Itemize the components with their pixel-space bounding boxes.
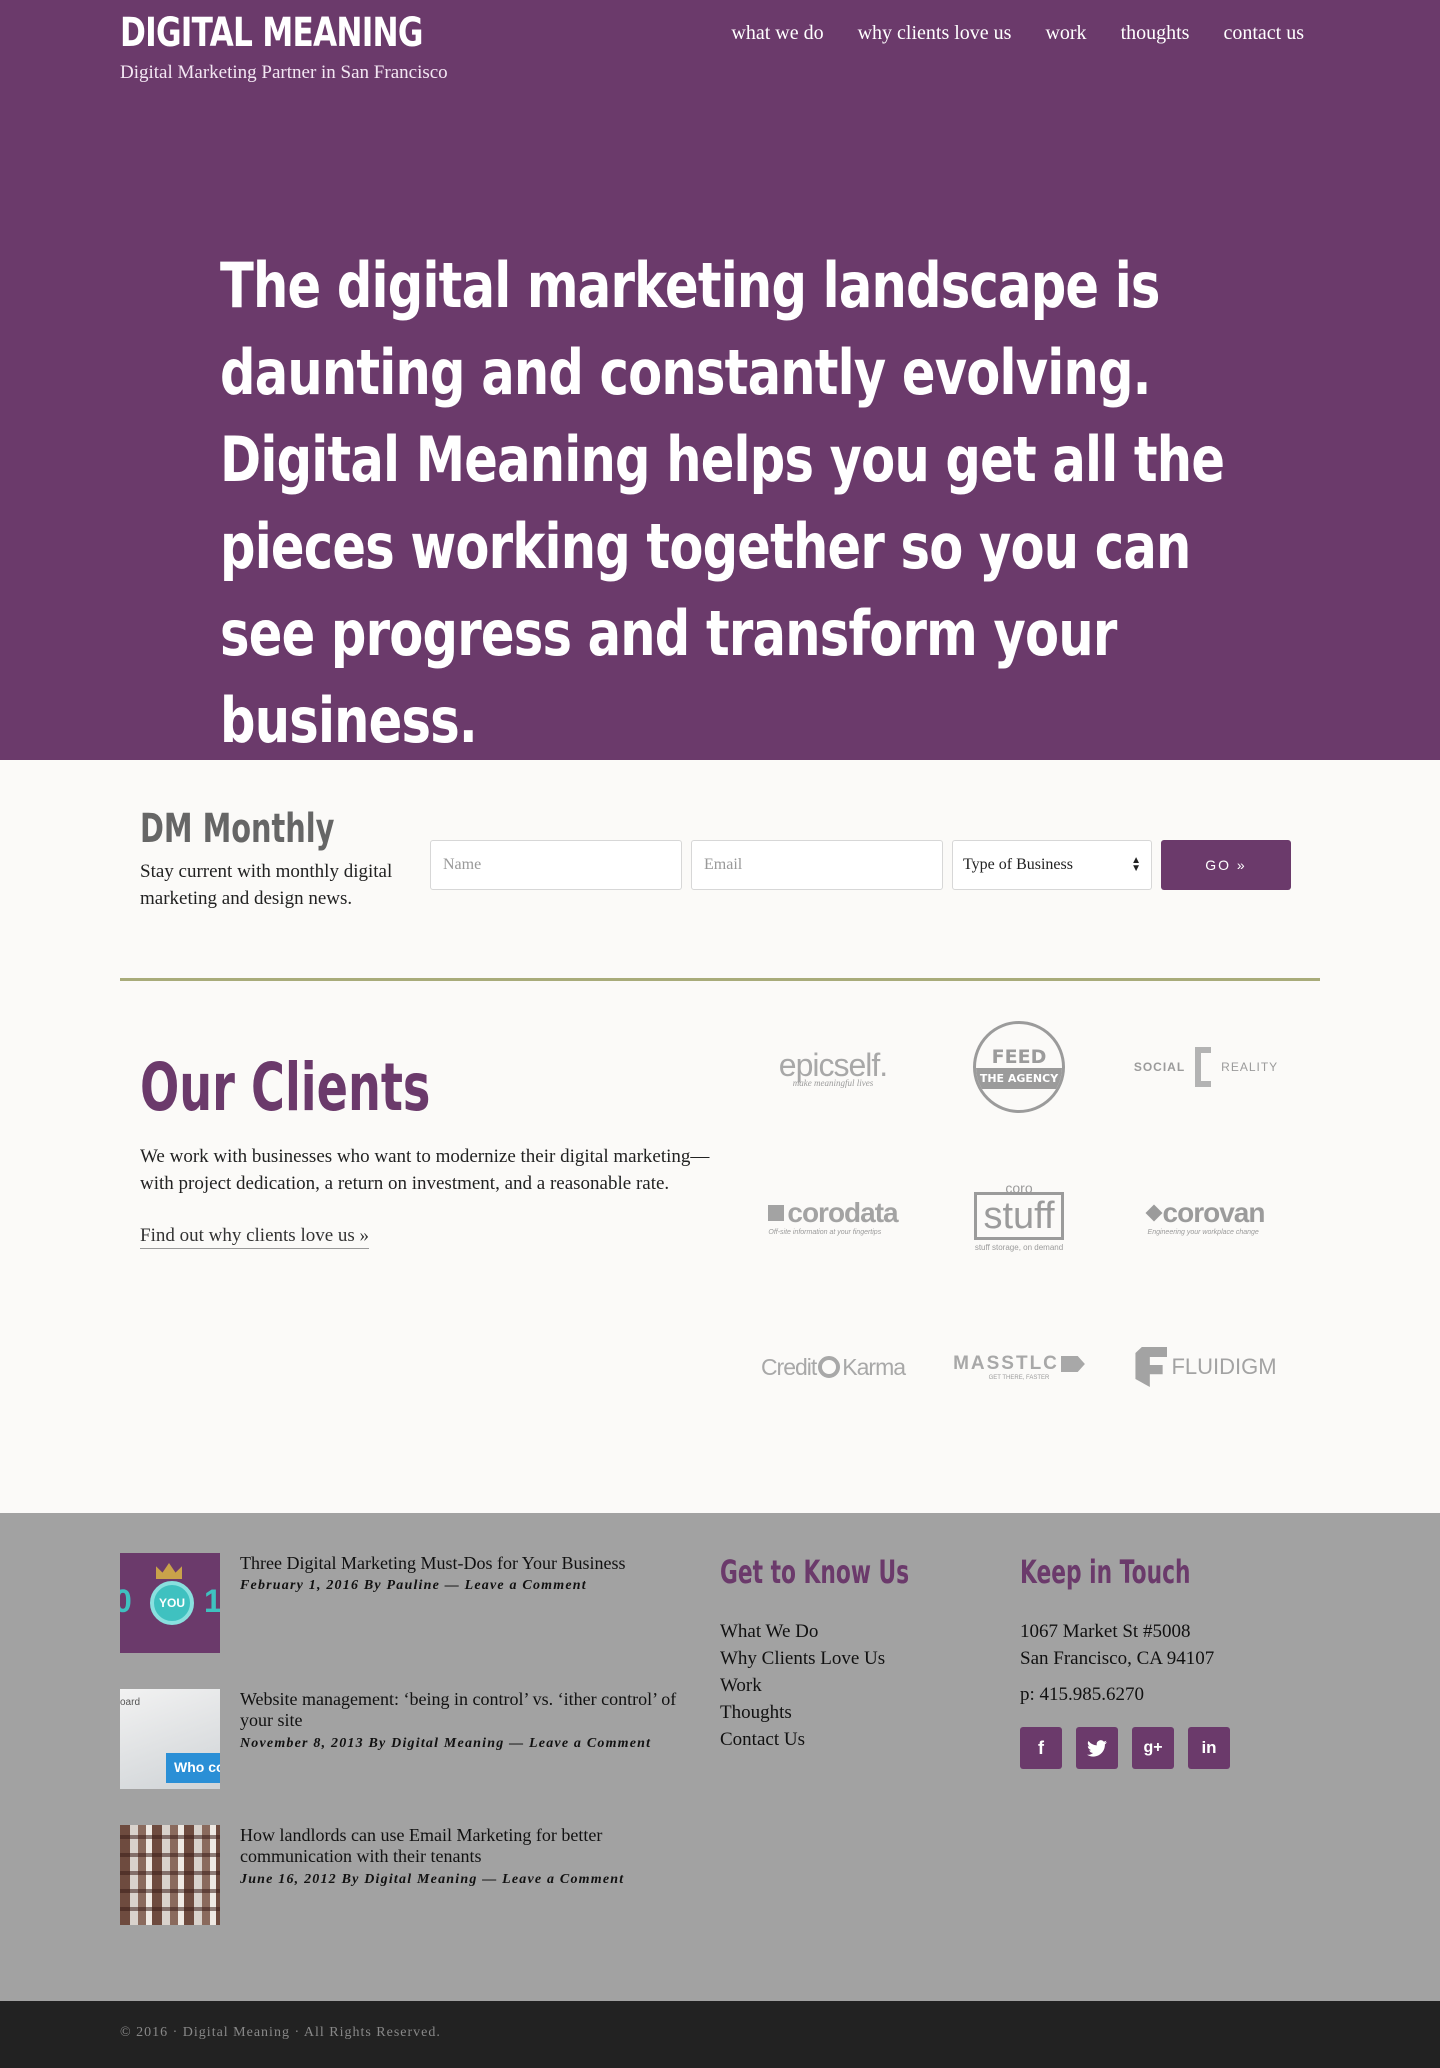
epicself-logo-sub: make meaningful lives <box>792 1077 874 1088</box>
keep-in-touch-heading: Keep in Touch <box>1020 1553 1191 1591</box>
credit-karma-logo-right: Karma <box>842 1353 906 1380</box>
address-line-2: San Francisco, CA 94107 <box>1020 1648 1215 1669</box>
clients-title: Our Clients <box>140 1049 431 1126</box>
post-title[interactable]: How landlords can use Email Marketing fo… <box>240 1825 710 1867</box>
credit-karma-mark-icon <box>818 1356 841 1378</box>
client-logo-credit-karma: Credit Karma <box>758 1317 908 1417</box>
social-reality-logo-left: SOCIAL <box>1133 1060 1186 1074</box>
newsletter-description: Stay current with monthly digital market… <box>140 861 393 909</box>
copyright-text: © 2016 · Digital Meaning · All Rights Re… <box>120 2025 441 2040</box>
masstlc-logo-text: MASSTLC <box>953 1353 1059 1374</box>
client-logo-social-reality: SOCIAL REALITY <box>1131 1017 1281 1117</box>
post-thumbnail[interactable] <box>120 1825 220 1925</box>
corostuff-logo-sub: stuff storage, on demand <box>974 1243 1064 1252</box>
hero-headline: The digital marketing landscape is daunt… <box>220 249 1225 757</box>
google-plus-icon[interactable]: g+ <box>1132 1727 1174 1769</box>
nav-what-we-do[interactable]: what we do <box>731 22 823 45</box>
post-title[interactable]: Website management: ‘being in control’ v… <box>240 1689 710 1731</box>
corodata-logo-text: corodata <box>787 1196 898 1228</box>
post-thumbnail[interactable]: YOU 0 1 <box>120 1553 220 1653</box>
clients-love-link[interactable]: Find out why clients love us » <box>140 1225 370 1249</box>
client-logo-corodata: corodata Off-site information at your fi… <box>758 1166 908 1266</box>
footer-link-why-clients[interactable]: Why Clients Love Us <box>720 1645 885 1672</box>
main-nav: what we do why clients love us work thou… <box>731 22 1304 45</box>
name-input[interactable] <box>430 840 682 890</box>
client-logo-corostuff: coro stuff stuff storage, on demand <box>944 1166 1094 1266</box>
newsletter-section: DM Monthly Stay current with monthly dig… <box>0 760 1440 980</box>
fluidigm-mark-icon <box>1135 1347 1168 1387</box>
footer: YOU 0 1 Three Digital Marketing Must-Dos… <box>0 1513 1440 2001</box>
post-item: YOU 0 1 Three Digital Marketing Must-Dos… <box>120 1553 720 1653</box>
client-logo-epicself: epicself. make meaningful lives <box>758 1017 908 1117</box>
clients-section: Our Clients We work with businesses who … <box>0 981 1440 1513</box>
post-meta: February 1, 2016 By Pauline — Leave a Co… <box>240 1578 587 1593</box>
footer-link-thoughts[interactable]: Thoughts <box>720 1699 885 1726</box>
twitter-icon[interactable] <box>1076 1727 1118 1769</box>
nav-why-clients-love-us[interactable]: why clients love us <box>858 22 1012 45</box>
feed-logo-text: FEED <box>991 1045 1047 1068</box>
fluidigm-logo-text: FLUIDIGM <box>1171 1354 1277 1379</box>
corovan-logo-sub: Engineering your workplace change <box>1147 1228 1259 1236</box>
client-logo-corovan: corovan Engineering your workplace chang… <box>1131 1166 1281 1266</box>
phone-number: p: 415.985.6270 <box>1020 1684 1145 1705</box>
corodata-logo-sub: Off-site information at your fingertips <box>768 1228 882 1236</box>
newsletter-title: DM Monthly <box>140 806 335 852</box>
credit-karma-logo-left: Credit <box>760 1353 817 1380</box>
address-line-1: 1067 Market St #5008 <box>1020 1621 1191 1642</box>
social-reality-mark-icon <box>1195 1047 1212 1087</box>
feed-logo-sub: THE AGENCY <box>976 1067 1062 1089</box>
post-item: How landlords can use Email Marketing fo… <box>120 1825 720 1925</box>
copyright-bar: © 2016 · Digital Meaning · All Rights Re… <box>0 2001 1440 2068</box>
post-title[interactable]: Three Digital Marketing Must-Dos for You… <box>240 1553 710 1574</box>
nav-contact-us[interactable]: contact us <box>1223 22 1304 45</box>
corostuff-logo-text: stuff <box>974 1192 1064 1240</box>
site-title[interactable]: DIGITAL MEANING <box>120 8 424 58</box>
footer-link-what-we-do[interactable]: What We Do <box>720 1618 885 1645</box>
building-image <box>120 1825 220 1925</box>
thumb-board-text: oard <box>120 1697 141 1708</box>
client-logo-fluidigm: FLUIDIGM <box>1131 1317 1281 1417</box>
post-meta: June 16, 2012 By Digital Meaning — Leave… <box>240 1872 625 1887</box>
you-badge-icon: YOU <box>150 1581 194 1625</box>
footer-link-contact[interactable]: Contact Us <box>720 1726 885 1753</box>
get-to-know-heading: Get to Know Us <box>720 1553 910 1591</box>
post-thumbnail[interactable]: oard Who con <box>120 1689 220 1789</box>
brand[interactable]: DIGITAL MEANING Digital Marketing Partne… <box>120 8 508 84</box>
social-reality-logo-right: REALITY <box>1221 1060 1279 1074</box>
corovan-mark-icon <box>1145 1204 1163 1221</box>
client-logo-masstlc: MASSTLC GET THERE, FASTER <box>944 1317 1094 1417</box>
clients-description: We work with businesses who want to mode… <box>140 1146 710 1194</box>
corodata-mark-icon <box>768 1204 785 1221</box>
footer-link-work[interactable]: Work <box>720 1672 885 1699</box>
thumb-digit-left: 0 <box>120 1583 132 1619</box>
site-tagline: Digital Marketing Partner in San Francis… <box>120 62 448 83</box>
business-type-select[interactable]: Type of Business ▲ ▼ <box>952 840 1152 890</box>
select-arrows-icon: ▲ ▼ <box>1131 855 1141 874</box>
crown-icon <box>156 1563 182 1579</box>
email-input[interactable] <box>691 840 943 890</box>
post-meta: November 8, 2013 By Digital Meaning — Le… <box>240 1736 652 1751</box>
business-type-value: Type of Business <box>963 856 1073 873</box>
facebook-icon[interactable]: f <box>1020 1727 1062 1769</box>
client-logo-feed: FEED THE AGENCY <box>944 1017 1094 1117</box>
go-button[interactable]: GO » <box>1161 840 1291 890</box>
masstlc-logo-sub: GET THERE, FASTER <box>988 1375 1050 1381</box>
nav-thoughts[interactable]: thoughts <box>1121 22 1190 45</box>
corovan-logo-text: corovan <box>1162 1196 1266 1228</box>
thumb-digit-right: 1 <box>204 1583 220 1619</box>
nav-work[interactable]: work <box>1045 22 1086 45</box>
linkedin-icon[interactable]: in <box>1188 1727 1230 1769</box>
post-item: oard Who con Website management: ‘being … <box>120 1689 720 1789</box>
footer-links: What We Do Why Clients Love Us Work Thou… <box>720 1618 885 1753</box>
thumb-who-button: Who con <box>166 1753 220 1783</box>
masstlc-arrow-icon <box>1060 1356 1085 1372</box>
hero-section: DIGITAL MEANING Digital Marketing Partne… <box>0 0 1440 760</box>
